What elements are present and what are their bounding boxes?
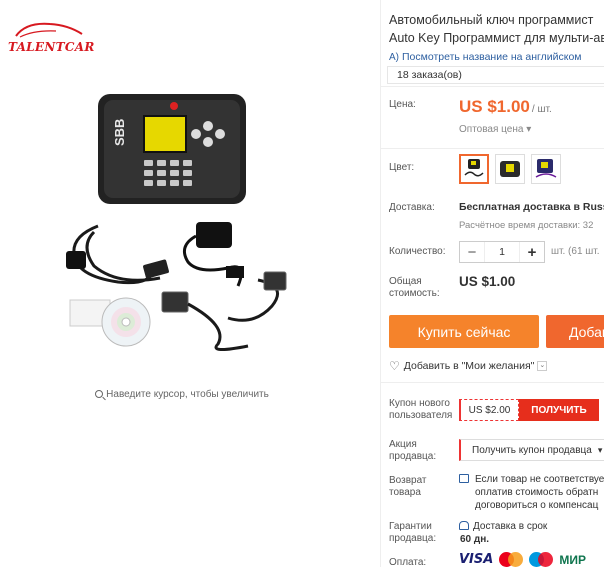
- mastercard-logo-icon: [499, 552, 524, 567]
- caret-down-icon: ▾: [526, 124, 532, 135]
- seller-coupon-label: Получить купон продавца: [472, 444, 592, 456]
- magnifier-icon: [95, 390, 104, 398]
- svg-text:SBB: SBB: [112, 119, 127, 146]
- guarantee-line-2: 60 дн.: [460, 534, 490, 545]
- zoom-hint-text: Наведите курсор, чтобы увеличить: [106, 389, 269, 400]
- caret-down-icon: ▾: [597, 444, 603, 455]
- maestro-logo-icon: [529, 552, 554, 567]
- product-gallery: TALENTCAR SBB Наведите курсор, чтобы уве…: [0, 0, 380, 567]
- buy-now-button[interactable]: Купить сейчас: [389, 315, 539, 348]
- logo-text: TALENTCAR: [8, 40, 95, 54]
- add-to-cart-button[interactable]: Добав: [546, 315, 604, 348]
- store-logo[interactable]: TALENTCAR: [6, 18, 94, 58]
- wishlist-label: Добавить в "Мои желания": [403, 360, 535, 372]
- mir-logo-icon: МИР: [559, 552, 586, 567]
- seller-promo-label-line-2: продавца:: [389, 451, 437, 462]
- product-image[interactable]: SBB: [58, 86, 328, 356]
- orders-count: 18 заказа(ов): [387, 66, 604, 84]
- chevron-down-icon[interactable]: ⌄: [537, 361, 548, 371]
- total-label-line-1: Общая: [389, 276, 422, 287]
- shield-icon: [459, 521, 469, 530]
- payment-label: Оплата:: [389, 557, 427, 567]
- title-line-1: Автомобильный ключ программист: [389, 13, 594, 27]
- seller-coupon-dropdown[interactable]: Получить купон продавца ▾: [459, 439, 604, 461]
- color-swatch-2[interactable]: [495, 154, 525, 184]
- guarantees-label-line-2: продавца:: [389, 533, 437, 544]
- returns-label: Возврат товара: [389, 475, 427, 499]
- wholesale-label: Оптовая цена: [459, 124, 524, 135]
- quantity-stepper: − 1 +: [459, 241, 545, 263]
- coupon-label-line-1: Купон нового: [389, 398, 450, 409]
- translate-link[interactable]: A) Посмотреть название на английском: [389, 51, 582, 63]
- shipping-method[interactable]: Бесплатная доставка в Russi: [459, 201, 604, 213]
- add-to-wishlist[interactable]: ♡ Добавить в "Мои желания" ⌄: [389, 359, 548, 373]
- total-label: Общая стоимость:: [389, 276, 440, 300]
- coupon-amount: US $2.00: [459, 399, 519, 421]
- quantity-input[interactable]: 1: [484, 242, 520, 262]
- get-coupon-button[interactable]: ПОЛУЧИТЬ: [519, 399, 599, 421]
- price-amount: US $1.00: [459, 97, 530, 116]
- guarantees-label-line-1: Гарантии: [389, 521, 432, 532]
- product-info-panel: Автомобильный ключ программист Auto Key …: [380, 0, 604, 567]
- swatch-thumbnail-icon: [500, 161, 520, 177]
- new-user-coupon-label: Купон нового пользователя: [389, 398, 452, 422]
- color-label: Цвет:: [389, 162, 415, 173]
- color-swatch-1[interactable]: [459, 154, 489, 184]
- color-swatches: [459, 154, 561, 184]
- return-policy-icon: [459, 474, 469, 483]
- quantity-decrease-button[interactable]: −: [460, 242, 484, 262]
- returns-policy: Если товар не соответствуе оплатив стоим…: [459, 473, 604, 512]
- seller-guarantee: Доставка в срок 60 дн.: [459, 520, 547, 546]
- swatch-thumbnail-icon: [464, 159, 484, 177]
- guarantees-label: Гарантии продавца:: [389, 521, 436, 545]
- shipping-estimate: Расчётное время доставки: 32: [459, 220, 594, 231]
- divider: [381, 382, 604, 383]
- coupon-label-line-2: пользователя: [389, 410, 453, 421]
- returns-line-1: Если товар не соответствуе: [475, 474, 604, 485]
- seller-promo-label: Акция продавца:: [389, 439, 436, 463]
- price-value: US $1.00/ шт.: [459, 97, 552, 117]
- shipping-label: Доставка:: [389, 202, 435, 213]
- title-line-2: Auto Key Программист для мульти-ав: [389, 31, 604, 45]
- quantity-label: Количество:: [389, 246, 446, 257]
- returns-line-2: оплатив стоимость обратн: [475, 487, 599, 498]
- swatch-thumbnail-icon: [535, 159, 557, 178]
- returns-label-line-2: товара: [389, 487, 421, 498]
- payment-methods: VISA МИР: [459, 552, 586, 567]
- translate-icon: A): [389, 52, 399, 63]
- price-unit: / шт.: [531, 104, 552, 115]
- divider: [381, 86, 604, 87]
- translate-link-text[interactable]: Посмотреть название на английском: [402, 51, 582, 63]
- visa-logo-icon: VISA: [459, 552, 494, 567]
- price-label: Цена:: [389, 99, 416, 110]
- total-label-line-2: стоимость:: [389, 288, 440, 299]
- zoom-hint: Наведите курсор, чтобы увеличить: [0, 389, 364, 400]
- divider: [381, 148, 604, 149]
- returns-line-3: договориться о компенсац: [475, 500, 599, 511]
- product-title: Автомобильный ключ программист Auto Key …: [389, 11, 604, 47]
- quantity-available: шт. (61 шт.: [551, 246, 600, 257]
- returns-label-line-1: Возврат: [389, 475, 427, 486]
- seller-promo-label-line-1: Акция: [389, 439, 417, 450]
- color-swatch-3[interactable]: [531, 154, 561, 184]
- guarantee-line-1: Доставка в срок: [473, 521, 548, 532]
- total-price: US $1.00: [459, 274, 516, 289]
- quantity-increase-button[interactable]: +: [520, 242, 544, 262]
- wholesale-price-toggle[interactable]: Оптовая цена ▾: [459, 124, 531, 135]
- heart-icon: ♡: [389, 359, 400, 373]
